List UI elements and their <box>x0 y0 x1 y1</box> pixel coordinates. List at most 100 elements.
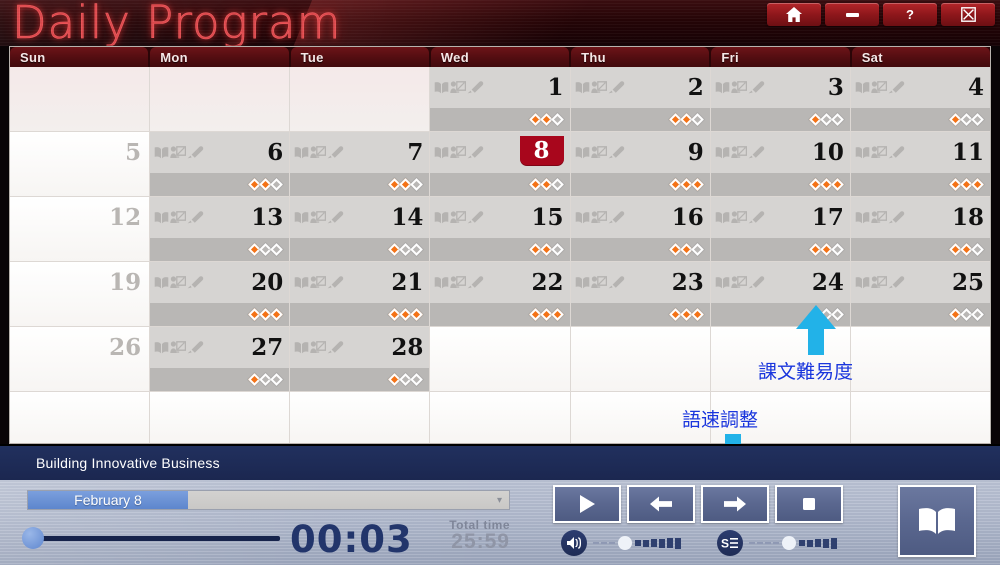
speaker-icon <box>561 530 587 556</box>
day-cell-top: 20 <box>150 262 290 303</box>
day-number: 28 <box>391 334 424 361</box>
calendar-day-6[interactable]: 6 <box>150 132 291 196</box>
day-number: 5 <box>125 139 142 166</box>
calendar-day-27[interactable]: 27 <box>150 327 291 391</box>
calendar-day-17[interactable]: 17 <box>710 197 851 261</box>
next-button[interactable] <box>701 485 769 523</box>
calendar-day-9[interactable]: 9 <box>570 132 711 196</box>
calendar-day-14[interactable]: 14 <box>290 197 431 261</box>
speed-annotation: 語速調整 <box>682 409 759 431</box>
difficulty-diamond <box>690 178 704 191</box>
presentation-icon <box>450 146 467 158</box>
calendar-day-15[interactable]: 15 <box>430 197 571 261</box>
book-icon <box>294 277 309 289</box>
day-cell-body <box>150 108 289 131</box>
volume-tick <box>601 542 607 544</box>
seek-slider[interactable] <box>22 527 282 549</box>
presentation-icon <box>590 81 607 93</box>
book-icon <box>435 212 449 224</box>
difficulty-bar <box>150 173 290 196</box>
calendar-day-21[interactable]: 21 <box>290 262 431 326</box>
difficulty-diamonds <box>949 178 984 191</box>
pencil-icon <box>468 146 484 159</box>
close-button[interactable] <box>941 3 995 26</box>
play-button[interactable] <box>553 485 621 523</box>
calendar-day-16[interactable]: 16 <box>570 197 711 261</box>
speed-bar <box>807 539 813 547</box>
calendar-day-7[interactable]: 7 <box>290 132 431 196</box>
day-number: 6 <box>267 139 284 166</box>
day-cell-body <box>430 433 569 443</box>
difficulty-diamonds <box>668 178 704 191</box>
calendar-day-22[interactable]: 22 <box>430 262 571 326</box>
difficulty-bar <box>430 108 570 131</box>
home-button[interactable] <box>767 3 821 26</box>
seek-knob[interactable] <box>22 527 44 549</box>
calendar-day-25[interactable]: 25 <box>850 262 990 326</box>
pencil-icon <box>187 211 204 224</box>
help-button[interactable]: ? <box>883 3 937 26</box>
speed-slider[interactable]: S <box>717 530 837 556</box>
minimize-button[interactable] <box>825 3 879 26</box>
volume-bar <box>651 539 657 547</box>
difficulty-diamond <box>550 178 564 191</box>
speed-tick <box>749 542 755 544</box>
pencil-icon <box>187 146 204 159</box>
calendar-day-1[interactable]: 1 <box>430 67 571 131</box>
lesson-select[interactable]: February 8 ▾ <box>27 490 510 510</box>
calendar-day-4[interactable]: 4 <box>850 67 990 131</box>
difficulty-annotation: 課文難易度 <box>758 361 854 383</box>
difficulty-bar <box>850 303 990 326</box>
volume-track[interactable] <box>593 536 681 550</box>
speed-track[interactable] <box>749 536 837 550</box>
speed-tick <box>765 542 771 544</box>
calendar-day-18[interactable]: 18 <box>850 197 990 261</box>
stop-button[interactable] <box>775 485 843 523</box>
lesson-icons <box>434 146 484 159</box>
lesson-icons <box>434 211 484 224</box>
book-button[interactable] <box>898 485 976 557</box>
volume-slider[interactable] <box>561 530 681 556</box>
day-cell-top: 23 <box>570 262 710 303</box>
home-icon <box>786 7 802 22</box>
difficulty-diamond <box>971 113 984 126</box>
calendar-day-3[interactable]: 3 <box>710 67 851 131</box>
volume-knob[interactable] <box>618 536 632 550</box>
calendar-day-20[interactable]: 20 <box>150 262 291 326</box>
presentation-icon <box>590 276 607 288</box>
calendar-day-8[interactable]: 8 <box>430 132 571 196</box>
calendar-week-row <box>10 392 990 443</box>
lesson-icons <box>855 146 905 159</box>
presentation-icon <box>731 146 747 158</box>
pencil-icon <box>327 341 344 354</box>
day-cell-body <box>290 433 429 443</box>
presentation-icon <box>731 211 747 223</box>
calendar-day-11[interactable]: 11 <box>850 132 990 196</box>
calendar-day-28[interactable]: 28 <box>290 327 431 391</box>
difficulty-bar <box>710 238 850 261</box>
day-cell-body <box>290 108 429 131</box>
day-number: 19 <box>109 269 142 296</box>
calendar-day-10[interactable]: 10 <box>710 132 851 196</box>
day-number: 23 <box>671 269 704 296</box>
stop-icon <box>803 498 815 510</box>
day-number: 12 <box>109 204 142 231</box>
book-icon <box>855 212 870 224</box>
book-icon <box>294 212 309 224</box>
calendar-day-23[interactable]: 23 <box>570 262 711 326</box>
previous-button[interactable] <box>627 485 695 523</box>
calendar-day-2[interactable]: 2 <box>570 67 711 131</box>
difficulty-diamonds <box>248 178 284 191</box>
presentation-icon <box>310 341 327 353</box>
day-number: 10 <box>811 139 844 166</box>
day-cell-top: 4 <box>850 67 990 108</box>
calendar-day-empty <box>850 392 990 443</box>
day-cell-top: 26 <box>10 327 149 368</box>
difficulty-diamond <box>971 178 984 191</box>
day-cell-body <box>571 433 710 443</box>
day-cell-top: 27 <box>150 327 290 368</box>
speed-knob[interactable] <box>782 536 796 550</box>
difficulty-diamonds <box>248 243 284 256</box>
calendar-day-13[interactable]: 13 <box>150 197 291 261</box>
volume-bar <box>659 538 665 548</box>
